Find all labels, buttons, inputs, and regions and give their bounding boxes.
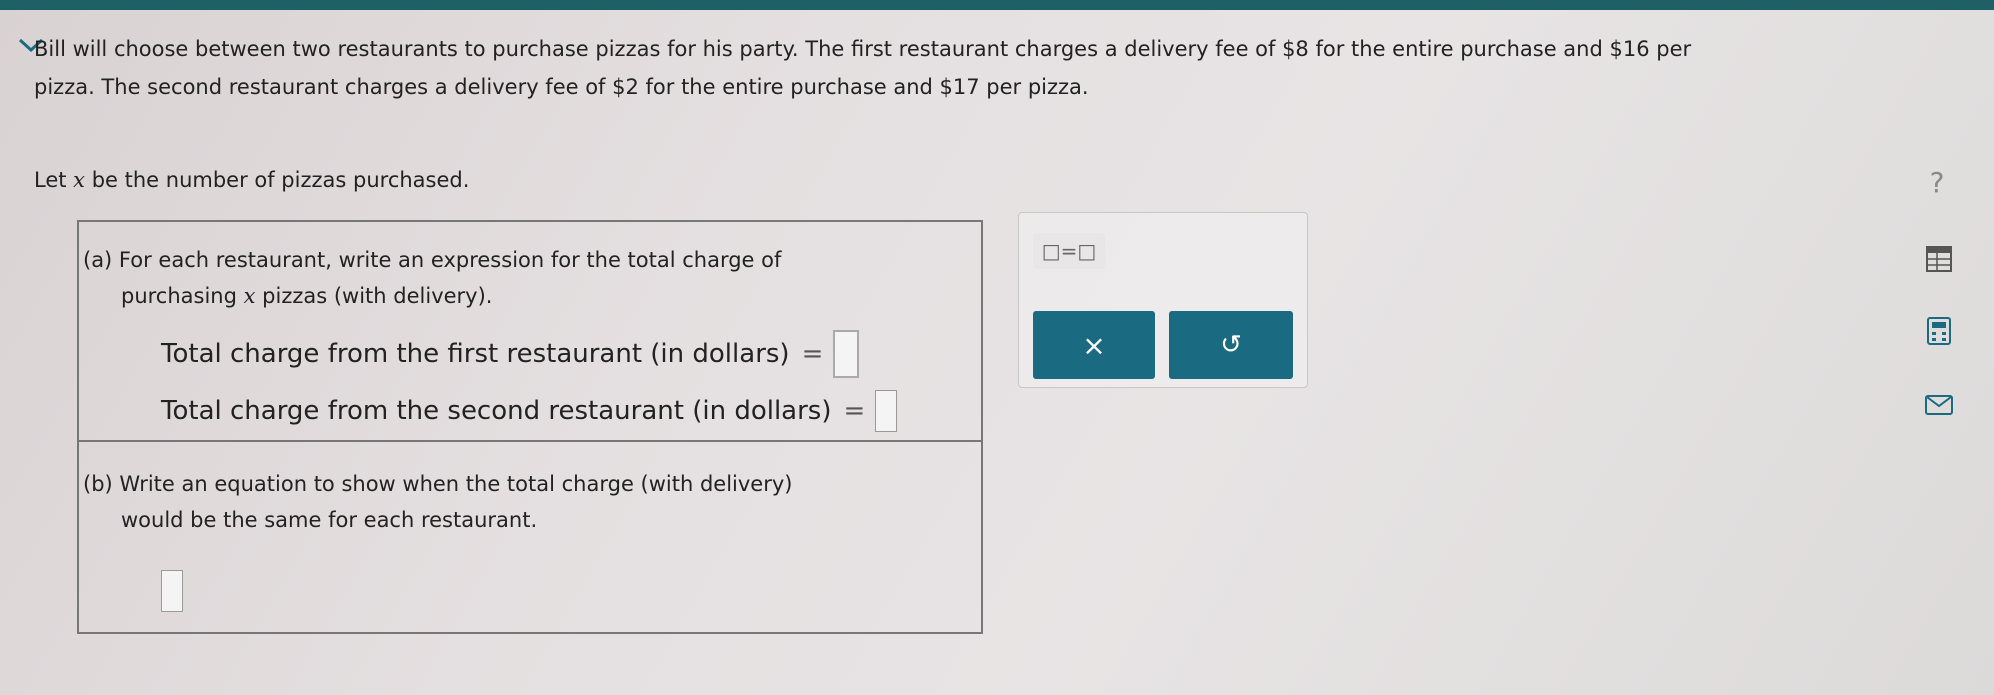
equals-sign: = [843, 396, 866, 426]
help-icon[interactable]: ? [1922, 165, 1952, 199]
close-icon: × [1082, 328, 1106, 362]
undo-icon: ↺ [1220, 330, 1242, 360]
first-restaurant-input[interactable] [833, 330, 860, 378]
calculator-button[interactable] [1924, 316, 1954, 346]
equation-input[interactable] [161, 570, 183, 612]
equals-sign: = [801, 339, 824, 369]
part-b: (b) Write an equation to show when the t… [79, 442, 981, 632]
second-restaurant-input[interactable] [875, 390, 898, 432]
part-a: (a) For each restaurant, write an expres… [79, 222, 981, 442]
part-a-line-2: purchasing x pizzas (with delivery). [83, 278, 903, 314]
calculator-tool[interactable] [1924, 244, 1954, 274]
part-a-line-2-prefix: purchasing [121, 284, 244, 308]
let-prefix: Let [34, 168, 74, 192]
question-line-1: Bill will choose between two restaurants… [34, 37, 1692, 61]
part-b-line-2: would be the same for each restaurant. [121, 508, 538, 532]
question-line-2: pizza. The second restaurant charges a d… [34, 75, 1089, 99]
let-variable: x [73, 168, 86, 192]
variable-definition: Let x be the number of pizzas purchased. [34, 168, 469, 192]
undo-button[interactable]: ↺ [1169, 311, 1293, 379]
question-text: Bill will choose between two restaurants… [34, 30, 1834, 106]
part-b-prompt: (b) Write an equation to show when the t… [83, 466, 903, 538]
first-restaurant-label: Total charge from the first restaurant (… [161, 339, 790, 369]
part-a-line-1: (a) For each restaurant, write an expres… [83, 248, 782, 272]
second-restaurant-label: Total charge from the second restaurant … [161, 396, 832, 426]
part-a-line-2-suffix: pizzas (with delivery). [255, 284, 493, 308]
answer-box: (a) For each restaurant, write an expres… [77, 220, 983, 634]
data-table-icon [1926, 246, 1952, 272]
calculator-icon [1927, 317, 1951, 345]
clear-button[interactable]: × [1033, 311, 1155, 379]
second-restaurant-row: Total charge from the second restaurant … [161, 390, 898, 432]
part-b-line-1: (b) Write an equation to show when the t… [83, 472, 793, 496]
math-tool-panel: □=□ × ↺ [1018, 212, 1308, 388]
part-a-variable: x [243, 284, 256, 308]
first-restaurant-row: Total charge from the first restaurant (… [161, 330, 860, 378]
equation-template-button[interactable]: □=□ [1033, 233, 1105, 269]
message-button[interactable] [1924, 390, 1954, 420]
mail-icon [1925, 395, 1953, 415]
part-a-prompt: (a) For each restaurant, write an expres… [83, 242, 903, 314]
let-suffix: be the number of pizzas purchased. [85, 168, 470, 192]
top-bar [0, 0, 1994, 10]
